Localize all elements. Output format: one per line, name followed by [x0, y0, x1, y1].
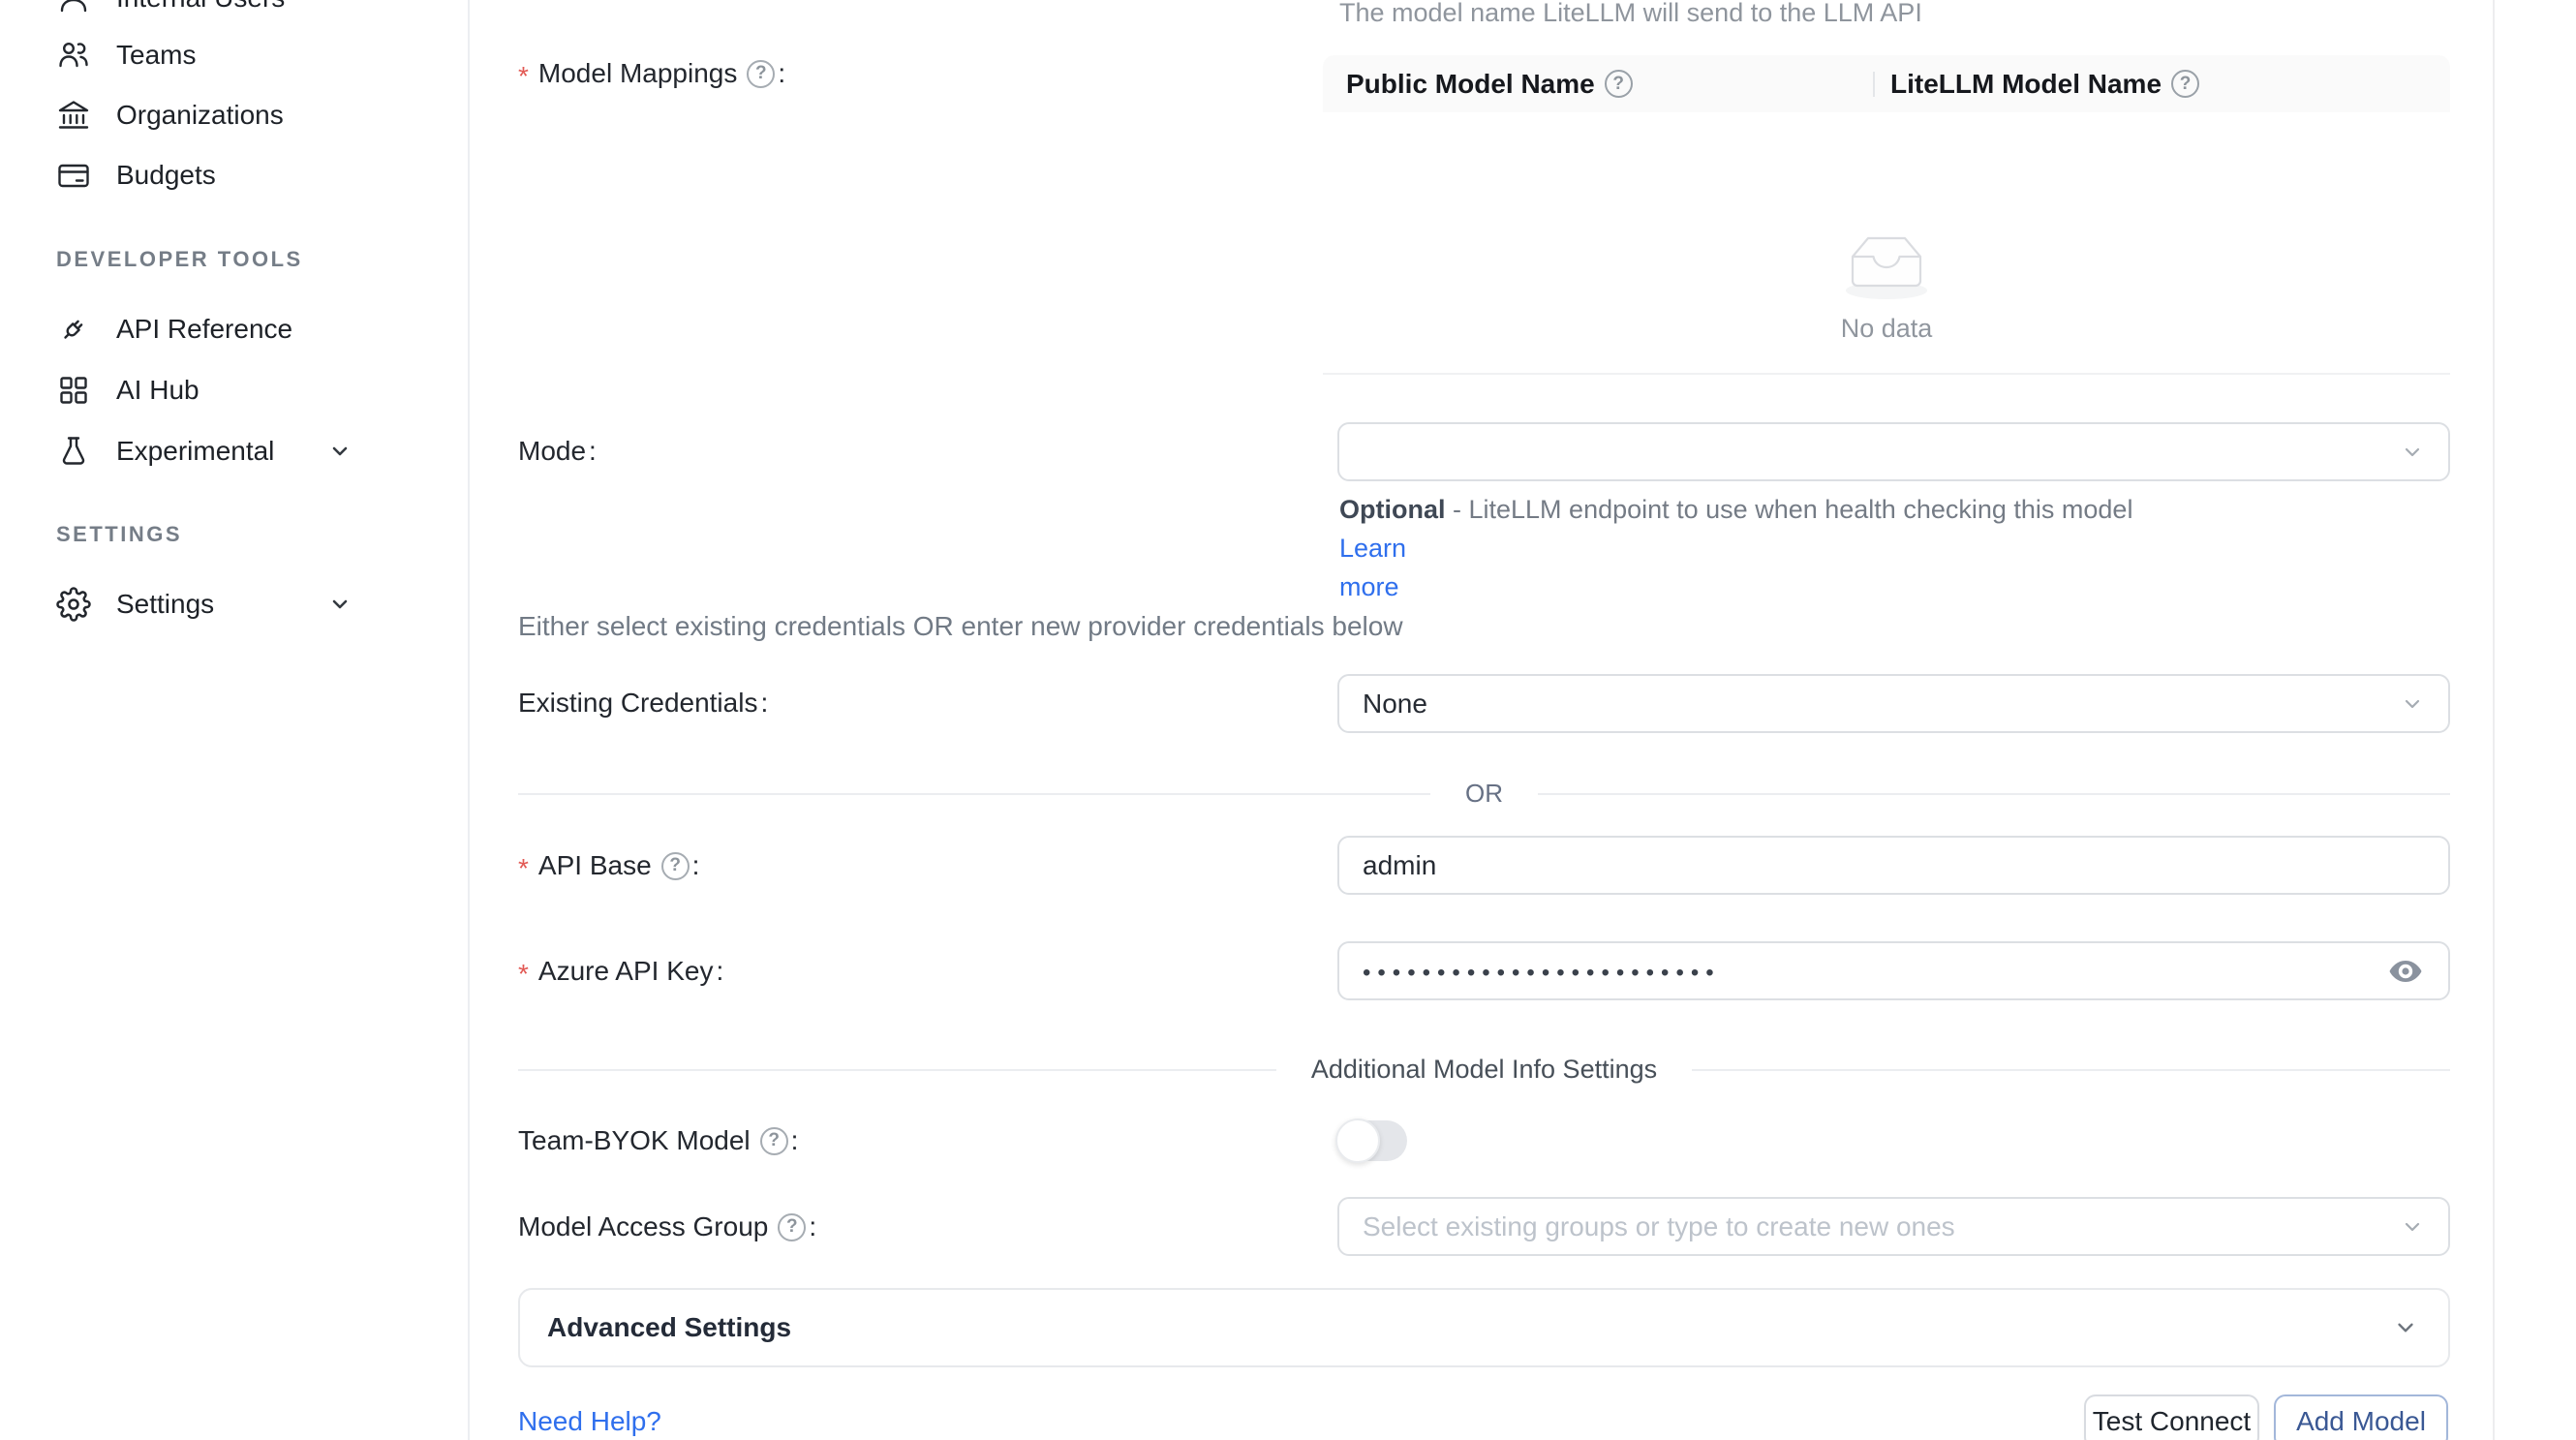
sidebar-item-settings[interactable]: Settings [0, 575, 468, 633]
plug-icon [56, 312, 91, 347]
help-circle-icon[interactable]: ? [661, 852, 690, 880]
sidebar: Internal Users Teams Organizations Budge… [0, 0, 470, 1440]
help-circle-icon[interactable]: ? [778, 1213, 806, 1241]
empty-state: No data [1323, 229, 2450, 344]
chevron-down-icon [2400, 440, 2425, 465]
sidebar-item-experimental[interactable]: Experimental [0, 422, 468, 480]
credit-card-icon [56, 158, 91, 193]
team-byok-toggle[interactable] [1337, 1120, 1407, 1161]
need-help-link[interactable]: Need Help? [518, 1406, 661, 1437]
advanced-settings-title: Advanced Settings [547, 1312, 791, 1343]
bank-icon [56, 98, 91, 133]
sidebar-item-label: API Reference [116, 314, 292, 345]
sidebar-item-label: Internal Users [116, 0, 285, 14]
required-marker: * [518, 853, 529, 884]
help-circle-icon[interactable]: ? [747, 60, 775, 88]
grid-icon [56, 373, 91, 408]
masked-api-key-value: •••••••••••••••••••••••• [1363, 960, 1721, 987]
chevron-down-icon [2400, 691, 2425, 717]
gear-icon [56, 587, 91, 622]
sidebar-item-label: Settings [116, 589, 214, 620]
credentials-note: Either select existing credentials OR en… [518, 611, 1403, 642]
sidebar-item-teams[interactable]: Teams [0, 26, 468, 84]
toggle-knob [1335, 1118, 1380, 1163]
model-mappings-table: Public Model Name ? LiteLLM Model Name ?… [1323, 55, 2450, 375]
azure-api-key-label: * Azure API Key : [518, 954, 723, 989]
sidebar-item-label: Organizations [116, 100, 284, 131]
table-body: No data [1323, 112, 2450, 375]
learn-more-link[interactable]: Learn [1339, 534, 1406, 563]
column-header-litellm-model-name: LiteLLM Model Name ? [1873, 69, 2199, 100]
additional-settings-divider: Additional Model Info Settings [518, 1055, 2450, 1085]
table-header: Public Model Name ? LiteLLM Model Name ? [1323, 55, 2450, 112]
model-access-group-select[interactable]: Select existing groups or type to create… [1337, 1197, 2450, 1256]
help-circle-icon[interactable]: ? [1605, 70, 1633, 98]
help-circle-icon[interactable]: ? [2171, 70, 2199, 98]
sidebar-section-developer-tools: DEVELOPER TOOLS [56, 247, 303, 272]
learn-more-link[interactable]: more [1339, 572, 1399, 601]
flask-icon [56, 434, 91, 469]
litellm-model-help-text: The model name LiteLLM will send to the … [1339, 0, 1922, 28]
chevron-down-icon [327, 439, 353, 464]
existing-credentials-select[interactable]: None [1337, 674, 2450, 733]
sidebar-item-label: Budgets [116, 160, 216, 191]
required-marker: * [518, 61, 529, 92]
mode-label: Mode : [518, 434, 597, 469]
chevron-down-icon [2400, 1214, 2425, 1240]
column-header-public-model-name: Public Model Name ? [1323, 69, 1873, 100]
model-access-group-label: Model Access Group ? : [518, 1210, 816, 1244]
azure-api-key-input[interactable]: •••••••••••••••••••••••• [1337, 941, 2450, 1000]
users-icon [56, 38, 91, 73]
help-circle-icon[interactable]: ? [760, 1127, 788, 1155]
user-icon [56, 0, 91, 15]
sidebar-item-label: Experimental [116, 436, 274, 467]
existing-credentials-label: Existing Credentials : [518, 686, 768, 720]
api-base-label: * API Base ? : [518, 848, 699, 883]
chevron-down-icon [2392, 1314, 2419, 1341]
required-marker: * [518, 959, 529, 990]
api-base-input[interactable]: admin [1337, 836, 2450, 895]
team-byok-label: Team-BYOK Model ? : [518, 1123, 798, 1158]
advanced-settings-panel[interactable]: Advanced Settings [518, 1288, 2450, 1367]
sidebar-item-label: AI Hub [116, 375, 199, 406]
add-model-page: Internal Users Teams Organizations Budge… [0, 0, 2576, 1440]
existing-credentials-value: None [1363, 689, 1427, 720]
empty-inbox-icon [1838, 229, 1935, 302]
sidebar-section-settings: SETTINGS [56, 522, 182, 547]
sidebar-item-organizations[interactable]: Organizations [0, 86, 468, 144]
or-divider: OR [518, 779, 2450, 809]
model-access-group-placeholder: Select existing groups or type to create… [1363, 1211, 1955, 1242]
test-connect-button[interactable]: Test Connect [2084, 1394, 2259, 1440]
sidebar-item-label: Teams [116, 40, 196, 71]
model-mappings-label: * Model Mappings ? : [518, 56, 785, 91]
sidebar-item-ai-hub[interactable]: AI Hub [0, 361, 468, 419]
add-model-button[interactable]: Add Model [2274, 1394, 2448, 1440]
mode-help-text: Optional - LiteLLM endpoint to use when … [1339, 490, 2143, 606]
content-right-divider [2493, 0, 2495, 1440]
mode-select[interactable] [1337, 422, 2450, 481]
column-divider [1873, 72, 1875, 97]
no-data-text: No data [1841, 314, 1933, 344]
sidebar-item-budgets[interactable]: Budgets [0, 146, 468, 204]
chevron-down-icon [327, 592, 353, 617]
sidebar-item-internal-users[interactable]: Internal Users [0, 0, 468, 27]
sidebar-item-api-reference[interactable]: API Reference [0, 300, 468, 358]
eye-icon[interactable] [2388, 959, 2423, 984]
api-base-value: admin [1363, 850, 1436, 881]
